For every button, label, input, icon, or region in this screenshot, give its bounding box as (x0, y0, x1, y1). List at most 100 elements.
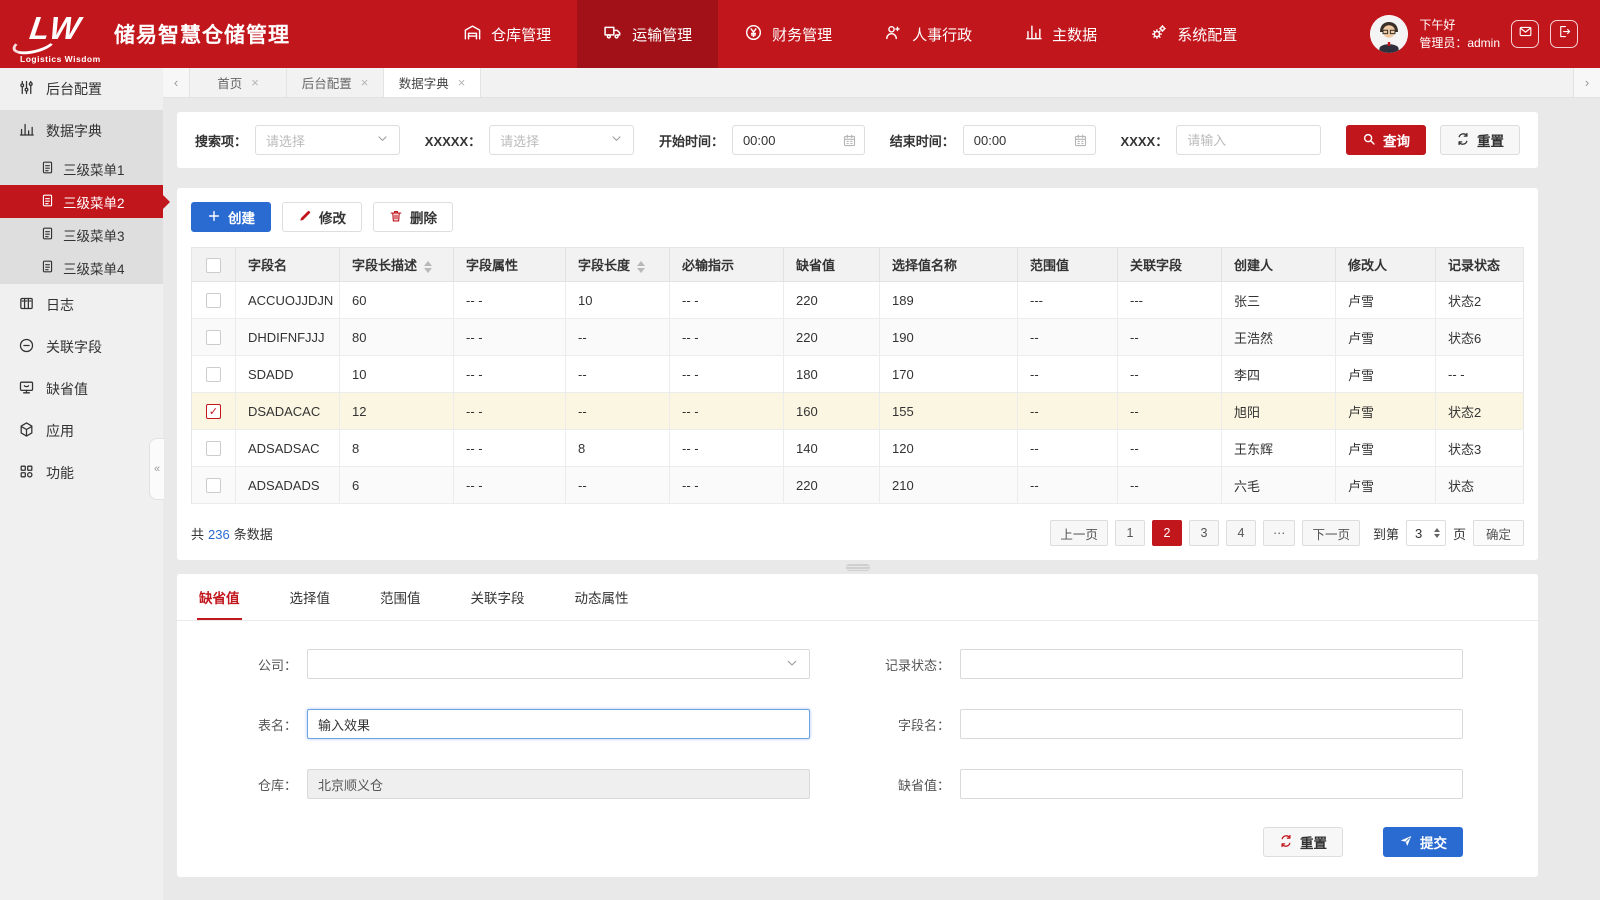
submit-button[interactable]: 提交 (1383, 827, 1463, 857)
goto-confirm-button[interactable]: 确定 (1473, 520, 1524, 546)
create-button[interactable]: 创建 (191, 202, 271, 232)
sidebar-item-label: 后台配置 (46, 79, 102, 99)
sidebar-item-label: 三级菜单1 (63, 159, 125, 179)
mail-button[interactable] (1511, 20, 1539, 48)
page-button-1[interactable]: 1 (1115, 520, 1145, 546)
sidebar-item-submenu4[interactable]: 三级菜单4 (0, 251, 163, 284)
start-time-input[interactable] (732, 125, 865, 155)
stepper-arrows-icon[interactable] (1434, 528, 1440, 538)
filter-end-time: 结束时间： (890, 125, 1096, 155)
cell: -- - (454, 319, 566, 356)
detail-tab-related-field[interactable]: 关联字段 (469, 574, 527, 620)
row-checkbox[interactable] (206, 367, 221, 382)
xxxx-input[interactable] (1176, 125, 1321, 155)
sidebar-item-log[interactable]: 日志 (0, 284, 163, 326)
table-name-input[interactable] (307, 709, 810, 739)
sidebar-item-backend-config[interactable]: 后台配置 (0, 68, 163, 110)
tabbar-scroll-right[interactable]: › (1573, 68, 1600, 97)
sidebar-item-application[interactable]: 应用 (0, 410, 163, 452)
end-time-input[interactable] (963, 125, 1096, 155)
record-status-input[interactable] (960, 649, 1463, 679)
sidebar-item-label: 三级菜单2 (63, 192, 125, 212)
tab-data-dict[interactable]: 数据字典 × (384, 68, 481, 97)
page-ellipsis[interactable]: ··· (1263, 520, 1296, 546)
nav-item-master-data[interactable]: 主数据 (998, 0, 1123, 68)
company-select[interactable] (307, 649, 810, 679)
document-icon (40, 160, 55, 178)
sort-icon[interactable] (424, 261, 432, 273)
detail-tab-option-value[interactable]: 选择值 (288, 574, 333, 620)
sidebar-collapse-handle[interactable]: « (149, 438, 164, 500)
logout-button[interactable] (1550, 20, 1578, 48)
col-field-attr: 字段属性 (454, 248, 566, 282)
nav-item-system-config[interactable]: 系统配置 (1123, 0, 1263, 68)
sidebar-item-default-value[interactable]: 缺省值 (0, 368, 163, 410)
row-checkbox[interactable] (206, 293, 221, 308)
cell: 220 (784, 467, 880, 504)
edit-button[interactable]: 修改 (282, 202, 362, 232)
sidebar-item-related-field[interactable]: 关联字段 (0, 326, 163, 368)
page-button-2-active[interactable]: 2 (1152, 520, 1182, 546)
splitter-grip-handle[interactable] (846, 564, 870, 571)
sidebar-item-data-dict[interactable]: 数据字典 (0, 110, 163, 152)
col-field-length[interactable]: 字段长度 (566, 248, 670, 282)
user-avatar[interactable] (1370, 15, 1408, 53)
close-icon[interactable]: × (251, 75, 259, 90)
cell: 卢雪 (1336, 356, 1436, 393)
detail-reset-button[interactable]: 重置 (1263, 827, 1343, 857)
cell: -- (1018, 430, 1118, 467)
nav-item-finance[interactable]: 财务管理 (718, 0, 858, 68)
row-checkbox[interactable] (206, 478, 221, 493)
default-value-input[interactable] (960, 769, 1463, 799)
nav-item-hr[interactable]: 人事行政 (858, 0, 998, 68)
xxxxx-select[interactable]: 请选择 (489, 125, 634, 155)
nav-item-warehouse[interactable]: 仓库管理 (437, 0, 577, 68)
goto-page-stepper[interactable]: 3 (1406, 520, 1446, 546)
sidebar-item-submenu2[interactable]: 三级菜单2 (0, 185, 163, 218)
people-icon (884, 23, 903, 46)
close-icon[interactable]: × (361, 75, 369, 90)
page-button-3[interactable]: 3 (1189, 520, 1219, 546)
select-all-checkbox[interactable] (206, 258, 221, 273)
cell: 六毛 (1222, 467, 1336, 504)
col-field-length-desc[interactable]: 字段长描述 (340, 248, 454, 282)
tabbar-scroll-left[interactable]: ‹ (163, 68, 190, 97)
page-button-4[interactable]: 4 (1226, 520, 1256, 546)
reset-button[interactable]: 重置 (1440, 125, 1520, 155)
prev-page-button[interactable]: 上一页 (1050, 520, 1108, 546)
filter-label: XXXXX： (425, 131, 481, 150)
field-label: 缺省值： (850, 775, 960, 794)
brand-logo: LW Logistics Wisdom (20, 12, 98, 56)
cell: 王东辉 (1222, 430, 1336, 467)
next-page-button[interactable]: 下一页 (1302, 520, 1360, 546)
delete-button[interactable]: 删除 (373, 202, 453, 232)
archive-grid-icon (18, 295, 35, 315)
cell: -- (566, 393, 670, 430)
sidebar-item-function[interactable]: 功能 (0, 452, 163, 494)
col-related-field: 关联字段 (1118, 248, 1222, 282)
row-checkbox[interactable] (206, 330, 221, 345)
search-item-select[interactable]: 请选择 (255, 125, 400, 155)
query-button[interactable]: 查询 (1346, 125, 1426, 155)
detail-tab-default-value[interactable]: 缺省值 (197, 574, 242, 620)
tab-backend-config[interactable]: 后台配置 × (287, 68, 384, 97)
detail-tab-range-value[interactable]: 范围值 (378, 574, 423, 620)
sidebar-item-submenu1[interactable]: 三级菜单1 (0, 152, 163, 185)
filter-label: 开始时间： (659, 131, 724, 150)
sort-icon[interactable] (637, 261, 645, 273)
detail-tab-dynamic-attr[interactable]: 动态属性 (573, 574, 631, 620)
row-checkbox[interactable] (206, 441, 221, 456)
sidebar-item-submenu3[interactable]: 三级菜单3 (0, 218, 163, 251)
nav-item-label: 系统配置 (1177, 24, 1237, 45)
field-name-input[interactable] (960, 709, 1463, 739)
cell: 10 (340, 356, 454, 393)
form-row-company: 公司： (197, 649, 810, 679)
cell: 8 (566, 430, 670, 467)
col-record-status: 记录状态 (1436, 248, 1524, 282)
row-checkbox[interactable] (206, 404, 221, 419)
cell: ADSADADS (236, 467, 340, 504)
nav-item-transport[interactable]: 运输管理 (577, 0, 718, 68)
tab-home[interactable]: 首页 × (190, 68, 287, 97)
close-icon[interactable]: × (458, 75, 466, 90)
apps-grid-icon (18, 463, 35, 483)
